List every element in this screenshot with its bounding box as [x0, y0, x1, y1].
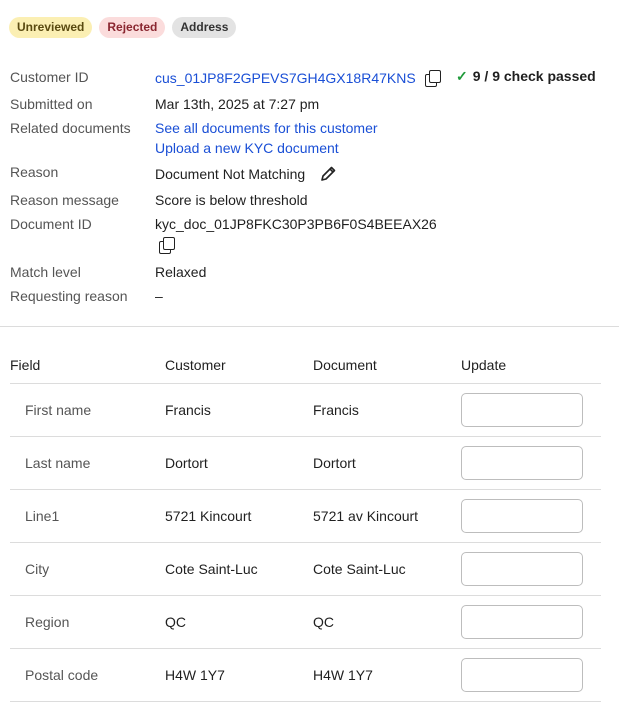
row-update-cell: [461, 383, 601, 437]
update-first-name-input[interactable]: [461, 393, 583, 427]
header-update: Update: [461, 346, 601, 384]
row-update-cell: [461, 436, 601, 490]
upload-kyc-document-link[interactable]: Upload a new KYC document: [155, 140, 339, 156]
row-document-value: H4W 1Y7: [313, 648, 461, 702]
match-level-value: Relaxed: [155, 264, 207, 280]
row-customer-value: H4W 1Y7: [165, 648, 313, 702]
row-update-cell: [461, 489, 601, 543]
row-field: City: [10, 542, 165, 596]
table-row: Line1 5721 Kincourt 5721 av Kincourt: [10, 489, 601, 543]
row-field: Region: [10, 595, 165, 649]
comparison-table: Field Customer Document Update First nam…: [10, 346, 601, 702]
row-field: Line1: [10, 489, 165, 543]
header-customer: Customer: [165, 346, 313, 384]
table-row: Postal code H4W 1Y7 H4W 1Y7: [10, 648, 601, 702]
row-customer-value: Francis: [165, 383, 313, 437]
table-row: First name Francis Francis: [10, 383, 601, 437]
row-field: Last name: [10, 436, 165, 490]
check-status: ✓ 9 / 9 check passed: [456, 68, 596, 85]
check-icon: ✓: [456, 68, 468, 84]
reason-label: Reason: [10, 164, 59, 180]
update-last-name-input[interactable]: [461, 446, 583, 480]
table-row: Last name Dortort Dortort: [10, 436, 601, 490]
reason-value: Document Not Matching: [155, 166, 306, 182]
address-badge: Address: [172, 17, 237, 38]
row-document-value: Francis: [313, 383, 461, 437]
pencil-icon[interactable]: [319, 165, 337, 183]
row-document-value: 5721 av Kincourt: [313, 489, 461, 543]
copy-document-id-icon[interactable]: [159, 237, 175, 254]
table-row: City Cote Saint-Luc Cote Saint-Luc: [10, 542, 601, 596]
row-field: Postal code: [10, 648, 165, 702]
row-customer-value: Cote Saint-Luc: [165, 542, 313, 596]
update-city-input[interactable]: [461, 552, 583, 586]
row-customer-value: Dortort: [165, 436, 313, 490]
copy-customer-id-icon[interactable]: [425, 70, 441, 87]
unreviewed-badge: Unreviewed: [9, 17, 93, 38]
rejected-badge: Rejected: [99, 17, 166, 38]
reason-message-label: Reason message: [10, 192, 119, 208]
row-update-cell: [461, 648, 601, 702]
submitted-on-label: Submitted on: [10, 96, 93, 112]
update-region-input[interactable]: [461, 605, 583, 639]
header-document: Document: [313, 346, 461, 384]
row-document-value: Dortort: [313, 436, 461, 490]
update-line1-input[interactable]: [461, 499, 583, 533]
status-badges: Unreviewed Rejected Address: [9, 17, 237, 38]
match-level-label: Match level: [10, 264, 81, 280]
row-document-value: Cote Saint-Luc: [313, 542, 461, 596]
update-postal-code-input[interactable]: [461, 658, 583, 692]
header-field: Field: [10, 346, 165, 384]
see-all-documents-link[interactable]: See all documents for this customer: [155, 120, 378, 136]
section-divider: [0, 326, 619, 327]
check-status-text: 9 / 9 check passed: [472, 68, 596, 84]
row-update-cell: [461, 542, 601, 596]
row-update-cell: [461, 595, 601, 649]
table-header-row: Field Customer Document Update: [10, 346, 601, 384]
customer-id-label: Customer ID: [10, 69, 89, 85]
requesting-reason-label: Requesting reason: [10, 288, 128, 304]
row-document-value: QC: [313, 595, 461, 649]
table-row: Region QC QC: [10, 595, 601, 649]
customer-id-link[interactable]: cus_01JP8F2GPEVS7GH4GX18R47KNS: [155, 70, 416, 86]
reason-message-value: Score is below threshold: [155, 192, 308, 208]
row-customer-value: 5721 Kincourt: [165, 489, 313, 543]
related-documents-label: Related documents: [10, 120, 131, 136]
row-customer-value: QC: [165, 595, 313, 649]
row-field: First name: [10, 383, 165, 437]
requesting-reason-value: –: [155, 288, 163, 304]
submitted-on-value: Mar 13th, 2025 at 7:27 pm: [155, 96, 320, 112]
document-id-value: kyc_doc_01JP8FKC30P3PB6F0S4BEEAX26: [155, 216, 437, 232]
document-id-label: Document ID: [10, 216, 92, 232]
